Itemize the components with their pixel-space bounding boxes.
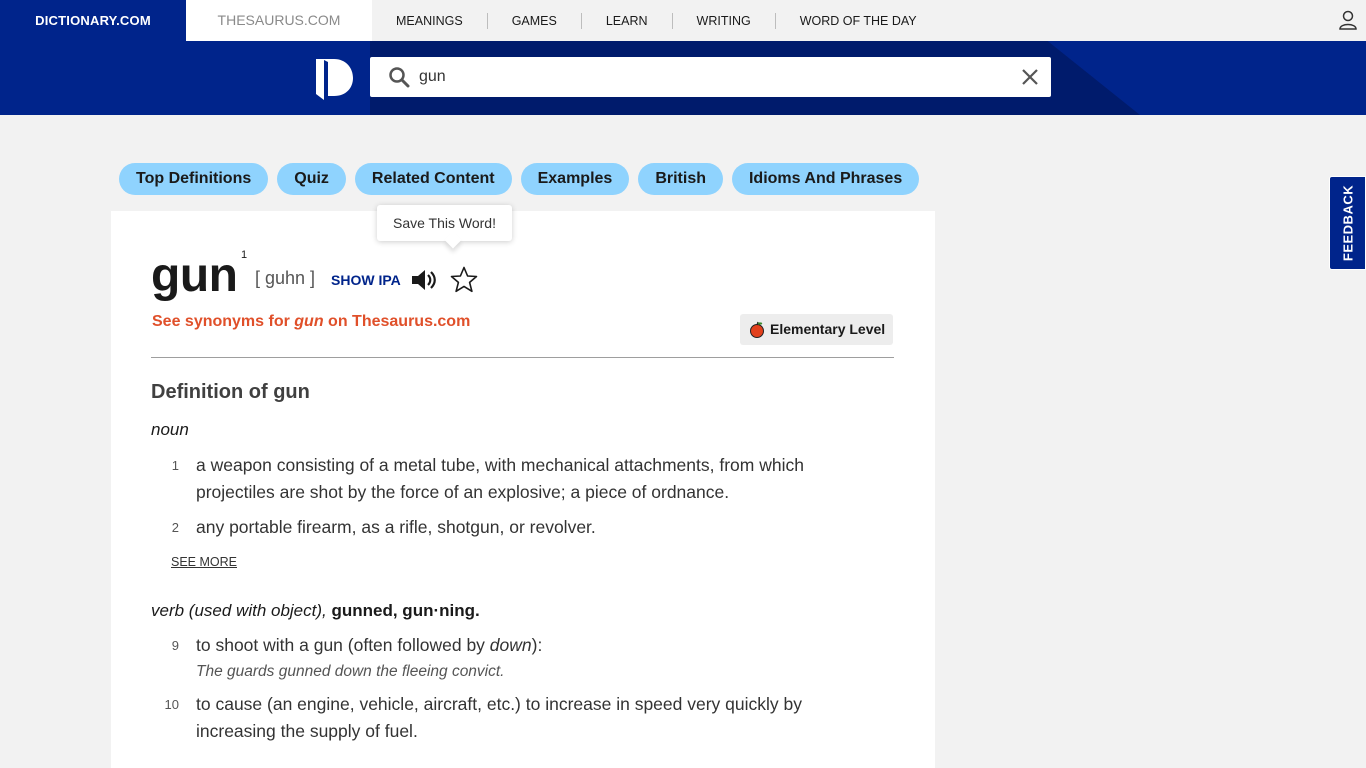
dictionary-tab[interactable]: DICTIONARY.COM [0,0,186,41]
pill-examples[interactable]: Examples [520,163,630,195]
nav-meanings[interactable]: MEANINGS [372,12,488,29]
save-word-star-icon[interactable] [449,265,479,295]
entry-divider [151,357,894,358]
definition-example: The guards gunned down the fleeing convi… [196,663,505,680]
search-icon[interactable] [388,66,410,88]
thesaurus-synonyms-link[interactable]: See synonyms for gun on Thesaurus.com [152,313,470,331]
pill-quiz[interactable]: Quiz [277,163,346,195]
pill-idioms-and-phrases[interactable]: Idioms And Phrases [731,163,920,195]
definition-title: Definition of gun [151,381,310,403]
search-input[interactable] [419,57,999,97]
nav-games[interactable]: GAMES [488,12,582,29]
user-account-icon[interactable] [1337,9,1359,31]
search-box [370,57,1051,97]
definition-number: 9 [171,638,179,653]
definition-text-emphasis: down [489,635,532,655]
top-bar: DICTIONARY.COM THESAURUS.COM MEANINGS GA… [0,0,1366,41]
definition-text: to shoot with a gun (often followed by d… [196,632,846,685]
definition-text-part: to shoot with a gun (often followed by [196,635,490,655]
clear-search-icon[interactable] [1020,67,1040,87]
audio-speaker-icon[interactable] [410,267,438,293]
definition-number: 2 [171,520,179,535]
definition-number: 10 [164,697,179,712]
definition-text: any portable firearm, as a rifle, shotgu… [196,517,596,537]
definition-text: a weapon consisting of a metal tube, wit… [196,455,804,502]
nav-word-of-the-day[interactable]: WORD OF THE DAY [776,13,941,29]
verb-forms: gunned, gun·ning. [331,601,480,620]
nav-writing[interactable]: WRITING [673,12,776,29]
thesaurus-tab[interactable]: THESAURUS.COM [186,0,372,41]
save-word-tooltip: Save This Word! [377,205,512,241]
headword: gun [151,249,238,302]
nav-learn[interactable]: LEARN [582,12,673,29]
definition-text: to cause (an engine, vehicle, aircraft, … [196,694,802,741]
headword-superscript: 1 [241,249,248,261]
dictionary-logo-icon[interactable] [314,56,354,101]
show-ipa-button[interactable]: SHOW IPA [331,272,401,288]
search-header [0,41,1366,115]
pronunciation: [ guhn ] [255,268,316,288]
definition-number: 1 [171,458,179,473]
verb-label: verb (used with object), gunned, gun·nin… [151,601,480,621]
see-more-link[interactable]: SEE MORE [171,555,237,569]
feedback-label: FEEDBACK [1340,184,1355,262]
top-nav: MEANINGS GAMES LEARN WRITING WORD OF THE… [372,0,941,41]
noun-label: noun [151,420,189,439]
feedback-tab[interactable]: FEEDBACK [1329,176,1366,270]
difficulty-level-label: Elementary Level [770,321,886,337]
synonyms-suffix: on Thesaurus.com [323,313,471,330]
difficulty-level-badge[interactable]: Elementary Level [740,314,893,345]
pill-related-content[interactable]: Related Content [354,163,512,195]
pill-top-definitions[interactable]: Top Definitions [119,163,269,195]
definition-text-part: ): [531,635,543,655]
apple-icon [750,321,764,338]
verb-usage: verb (used with object), [151,601,327,620]
synonyms-word: gun [294,313,324,330]
section-pills: Top Definitions Quiz Related Content Exa… [119,163,920,195]
synonyms-prefix: See synonyms for [152,313,295,330]
pill-british[interactable]: British [638,163,723,195]
